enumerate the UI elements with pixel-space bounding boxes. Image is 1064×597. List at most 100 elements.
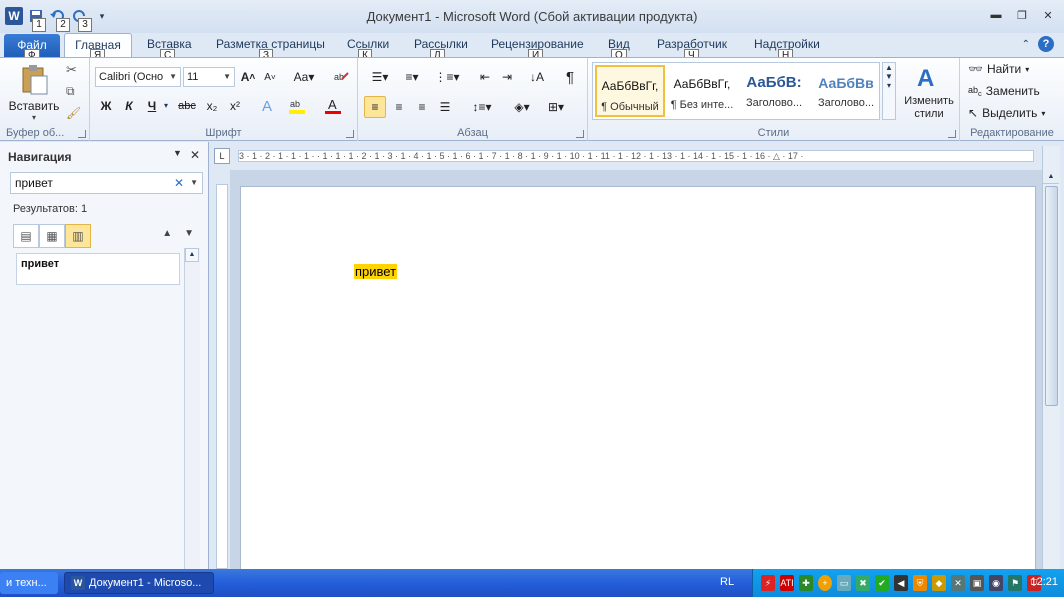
copy-icon[interactable]: ⧉ xyxy=(66,84,75,99)
font-color-icon[interactable]: A xyxy=(322,95,344,117)
tray-connection-icon[interactable]: ✕ xyxy=(951,575,965,591)
clear-formatting-icon[interactable]: ab xyxy=(330,66,352,88)
tray-network-icon[interactable]: ✚ xyxy=(799,575,813,591)
clear-search-icon[interactable]: ✕ xyxy=(174,173,184,193)
underline-button[interactable]: Ч xyxy=(141,95,163,117)
subscript-button[interactable]: x₂ xyxy=(201,95,223,117)
nav-scroll-up-icon[interactable]: ▲ xyxy=(185,248,199,262)
tray-security-icon[interactable]: ◉ xyxy=(989,575,1003,591)
pages-view-icon[interactable]: ▦ xyxy=(39,224,65,248)
align-left-icon[interactable]: ≡ xyxy=(364,96,386,118)
nav-menu-icon[interactable]: ▼ xyxy=(173,148,182,162)
tray-bluetooth-icon[interactable]: ⚑ xyxy=(1008,575,1022,591)
document-text[interactable]: привет xyxy=(354,264,398,279)
borders-icon[interactable]: ⊞▾ xyxy=(542,96,570,118)
font-launcher-icon[interactable] xyxy=(346,130,354,138)
multilevel-list-icon[interactable]: ⋮≡▾ xyxy=(432,66,462,88)
style-no-spacing[interactable]: АаБбВвГг, ¶ Без инте... xyxy=(667,65,737,117)
align-center-icon[interactable]: ≡ xyxy=(388,96,410,118)
select-button[interactable]: ↖ Выделить ▾ xyxy=(968,106,1045,120)
minimize-ribbon-icon[interactable]: ⌃ xyxy=(1022,39,1030,50)
restore-icon[interactable]: ❐ xyxy=(1014,8,1030,22)
paragraph-launcher-icon[interactable] xyxy=(576,130,584,138)
tab-selector-button[interactable]: L xyxy=(214,148,230,164)
svg-text:ab: ab xyxy=(334,72,344,82)
clipboard-launcher-icon[interactable] xyxy=(78,130,86,138)
clipboard-icon xyxy=(22,65,48,95)
tray-app-icon[interactable]: ◆ xyxy=(932,575,946,591)
search-result-item[interactable]: привет xyxy=(16,253,180,285)
help-icon[interactable]: ? xyxy=(1038,36,1054,52)
change-styles-button[interactable]: A Изменить стили xyxy=(900,62,958,122)
window-title: Документ1 - Microsoft Word (Сбой активац… xyxy=(366,9,698,24)
navigation-pane: Навигация ▼ ✕ привет ✕ ▼ Результатов: 1 … xyxy=(0,142,209,569)
change-case-button[interactable]: Aa ▾ xyxy=(290,66,318,88)
next-result-icon[interactable]: ▼ xyxy=(184,228,194,239)
styles-gallery-scroll[interactable]: ▲ ▼ ▾ xyxy=(882,62,896,120)
document-area: привет xyxy=(230,170,1042,569)
line-spacing-icon[interactable]: ↕≡▾ xyxy=(468,96,496,118)
justify-icon[interactable]: ☰ xyxy=(434,96,456,118)
cut-icon[interactable]: ✂ xyxy=(66,62,77,78)
font-size-combo[interactable]: 11 ▼ xyxy=(183,67,235,87)
scroll-up-icon[interactable]: ▲ xyxy=(1043,170,1059,184)
document-page[interactable]: привет xyxy=(240,186,1036,569)
clipboard-label: Буфер об... xyxy=(6,127,65,139)
ruler-scale[interactable]: 3 · 1 · 2 · 1 · 1 · 1 · · 1 · 1 · 1 · 2 … xyxy=(238,150,1034,162)
find-button[interactable]: 👓 Найти ▾ xyxy=(968,62,1029,76)
minimize-icon[interactable]: ▬ xyxy=(988,8,1004,22)
align-right-icon[interactable]: ≡ xyxy=(411,96,433,118)
show-marks-button[interactable]: ¶ xyxy=(559,66,581,88)
previous-result-icon[interactable]: ▲ xyxy=(162,228,172,239)
nav-search-input[interactable]: привет ✕ ▼ xyxy=(10,172,203,194)
language-indicator[interactable]: RL xyxy=(720,576,734,588)
nav-close-icon[interactable]: ✕ xyxy=(190,148,200,162)
bullets-icon[interactable]: ☰▾ xyxy=(366,66,394,88)
vertical-ruler xyxy=(216,184,228,569)
results-view-icon[interactable]: ▥ xyxy=(65,224,91,248)
styles-launcher-icon[interactable] xyxy=(948,130,956,138)
numbering-icon[interactable]: ≡▾ xyxy=(398,66,426,88)
cursor-icon: ↖ xyxy=(968,106,979,120)
grow-font-button[interactable]: A ˄ xyxy=(237,66,259,88)
scroll-thumb[interactable] xyxy=(1045,186,1058,406)
tray-volume-icon[interactable]: ◀ xyxy=(894,575,908,591)
vertical-scrollbar[interactable]: ▲ xyxy=(1042,146,1060,569)
taskbar-item-word[interactable]: W Документ1 - Microso... xyxy=(64,572,214,594)
decrease-indent-icon[interactable]: ⇤ xyxy=(474,66,496,88)
increase-indent-icon[interactable]: ⇥ xyxy=(496,66,518,88)
close-icon[interactable]: ✕ xyxy=(1040,8,1056,22)
tray-check-icon[interactable]: ✔ xyxy=(875,575,889,591)
font-label: Шрифт xyxy=(205,127,242,139)
format-painter-icon[interactable]: 🖌 xyxy=(66,106,81,120)
replace-button[interactable]: abc Заменить xyxy=(968,84,1040,98)
style-normal[interactable]: АаБбВвГг, ¶ Обычный xyxy=(595,65,665,117)
tray-ati-icon[interactable]: ATI xyxy=(780,575,794,591)
search-options-icon[interactable]: ▼ xyxy=(190,173,198,193)
tray-update-icon[interactable]: + xyxy=(818,575,832,591)
underline-dropdown-icon[interactable]: ▾ xyxy=(164,101,168,110)
bold-button[interactable]: Ж xyxy=(95,95,117,117)
text-effects-icon[interactable]: A xyxy=(256,95,278,117)
style-heading-2[interactable]: АаБбВв Заголово... xyxy=(811,65,881,117)
shrink-font-button[interactable]: A ˅ xyxy=(259,66,281,88)
tray-device-icon[interactable]: ▣ xyxy=(970,575,984,591)
nav-scrollbar[interactable]: ▲ xyxy=(184,248,200,569)
highlight-icon[interactable]: ab xyxy=(286,95,308,117)
font-name-combo[interactable]: Calibri (Осно ▼ xyxy=(95,67,181,87)
clock[interactable]: 12:21 xyxy=(1030,576,1058,588)
ribbon: Вставить ▾ ✂ ⧉ 🖌 Буфер об... Calibri (Ос… xyxy=(0,57,1064,141)
strikethrough-button[interactable]: abc xyxy=(176,95,198,117)
superscript-button[interactable]: x² xyxy=(224,95,246,117)
tray-tools-icon[interactable]: ✖ xyxy=(856,575,870,591)
headings-view-icon[interactable]: ▤ xyxy=(13,224,39,248)
tray-monitor-icon[interactable]: ▭ xyxy=(837,575,851,591)
tray-shield-icon[interactable]: ⛨ xyxy=(913,575,927,591)
shading-icon[interactable]: ◈▾ xyxy=(508,96,536,118)
taskbar-item-1[interactable]: и техн... xyxy=(0,572,58,594)
paste-button[interactable]: Вставить ▾ xyxy=(8,62,60,122)
sort-icon[interactable]: ↓A xyxy=(526,66,548,88)
style-heading-1[interactable]: АаБбВ: Заголово... xyxy=(739,65,809,117)
tray-pdf-icon[interactable]: ⚡ xyxy=(761,575,775,591)
italic-button[interactable]: К xyxy=(118,95,140,117)
